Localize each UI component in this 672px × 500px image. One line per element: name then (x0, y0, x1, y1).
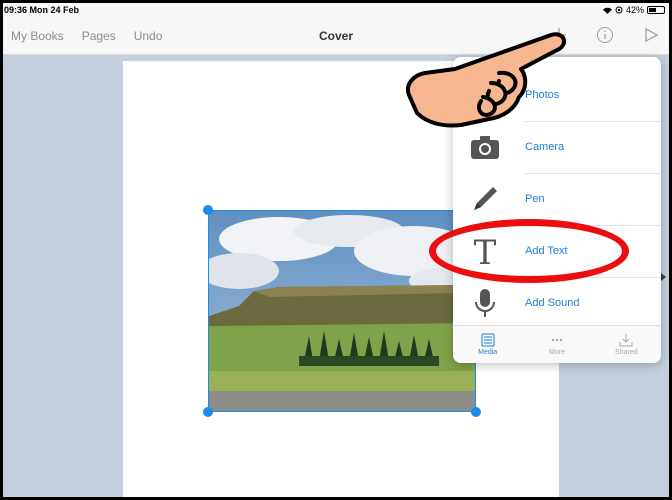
status-bar: 09:36 Mon 24 Feb 42% (3, 3, 669, 17)
resize-handle-top-left[interactable] (203, 205, 213, 215)
tab-label-more: More (549, 349, 565, 356)
list-icon (481, 333, 495, 347)
menu-label-pen: Pen (525, 193, 545, 205)
menu-label-camera: Camera (525, 141, 565, 153)
battery-icon (647, 6, 665, 14)
menu-label-add-sound: Add Sound (525, 297, 580, 309)
orientation-lock-icon (615, 6, 623, 14)
resize-handle-bottom-left[interactable] (203, 407, 213, 417)
tab-shared[interactable]: Shared (592, 326, 661, 363)
chevron-right-icon (661, 273, 666, 281)
tab-more[interactable]: More (522, 326, 591, 363)
pen-icon (465, 179, 505, 219)
pages-button[interactable]: Pages (82, 29, 116, 43)
undo-button[interactable]: Undo (134, 29, 163, 43)
tab-label-media: Media (478, 349, 498, 356)
battery-percent: 42% (625, 5, 644, 15)
info-icon[interactable] (595, 25, 615, 45)
status-right: 42% (602, 5, 665, 15)
ellipsis-icon (551, 338, 563, 342)
menu-item-pen[interactable]: Pen (453, 173, 661, 225)
resize-handle-bottom-right[interactable] (471, 407, 481, 417)
play-icon[interactable] (641, 25, 661, 45)
wifi-icon (602, 7, 612, 14)
app-window: 09:36 Mon 24 Feb 42% My Books Pages Undo… (3, 3, 669, 497)
status-time: 09:36 Mon 24 Feb (4, 5, 80, 15)
download-icon (619, 334, 633, 347)
tab-label-shared: Shared (615, 349, 638, 356)
tab-media[interactable]: Media (453, 326, 522, 363)
highlight-ellipse (429, 219, 629, 283)
my-books-button[interactable]: My Books (11, 29, 64, 43)
popover-tab-bar: Media More Shared (453, 325, 661, 363)
microphone-icon (465, 283, 505, 323)
toolbar-left: My Books Pages Undo (11, 29, 162, 43)
menu-item-add-sound[interactable]: Add Sound (453, 277, 661, 329)
pointing-hand-icon (403, 27, 573, 142)
